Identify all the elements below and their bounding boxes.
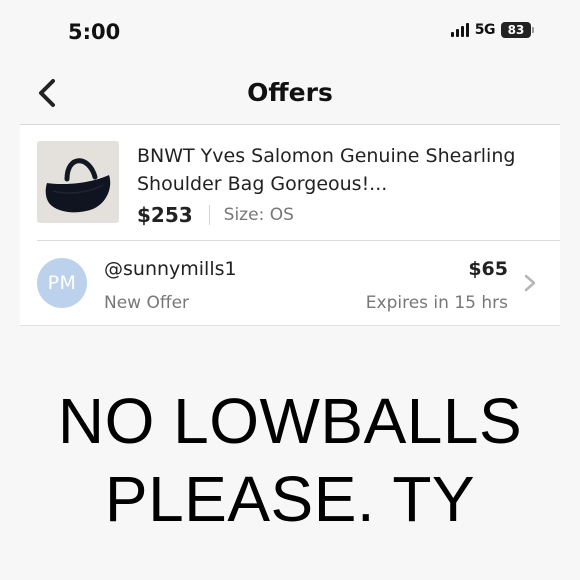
message-line-2: PLEASE. TY <box>104 463 476 535</box>
listing-size: Size: OS <box>223 205 294 225</box>
offer-status: New Offer <box>104 293 190 313</box>
offers-screen: 5:00 5G 83 Offers BNWT Yves Salomon Genu… <box>0 0 580 580</box>
listing-summary[interactable]: BNWT Yves Salomon Genuine Shearling Shou… <box>20 125 560 241</box>
message-line-1: NO LOWBALLS <box>57 385 523 457</box>
battery-tip <box>532 27 534 33</box>
status-indicators: 5G 83 <box>450 22 534 38</box>
offer-amount: $65 <box>468 258 508 280</box>
offer-row[interactable]: PM @sunnymills1 New Offer $65 Expires in… <box>20 241 560 325</box>
listing-price-row: $253 Size: OS <box>137 203 294 227</box>
cellular-signal-icon <box>450 23 469 37</box>
listing-thumbnail <box>37 141 119 223</box>
chevron-right-icon <box>524 274 536 292</box>
status-bar: 5:00 5G 83 <box>0 0 580 62</box>
battery-level: 83 <box>501 22 531 38</box>
network-type: 5G <box>474 22 496 38</box>
status-time: 5:00 <box>68 20 121 44</box>
no-lowballs-message: NO LOWBALLS PLEASE. TY <box>0 382 580 538</box>
battery-icon: 83 <box>501 22 534 38</box>
listing-title: BNWT Yves Salomon Genuine Shearling Shou… <box>137 145 516 195</box>
panel-bottom-divider <box>20 325 560 326</box>
shoulder-bag-image <box>37 141 119 223</box>
avatar: PM <box>37 258 87 308</box>
listing-price: $253 <box>137 203 193 227</box>
offer-panel: BNWT Yves Salomon Genuine Shearling Shou… <box>20 125 560 325</box>
offer-expiry: Expires in 15 hrs <box>365 293 508 313</box>
price-separator <box>208 205 210 225</box>
offer-username: @sunnymills1 <box>104 258 237 280</box>
page-title: Offers <box>247 78 333 107</box>
nav-header: Offers <box>20 62 560 124</box>
